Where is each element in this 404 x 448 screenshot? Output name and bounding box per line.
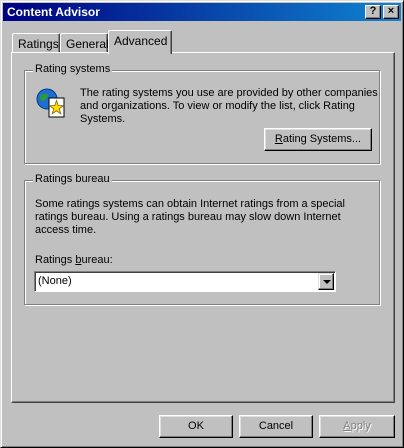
apply-button[interactable]: Apply [319,415,395,438]
tab-ratings[interactable]: Ratings [12,33,60,53]
ratings-bureau-field-label: Ratings bureau: [35,254,113,266]
ok-button[interactable]: OK [159,415,233,438]
ratings-bureau-selected-value: (None) [38,275,72,287]
cancel-button[interactable]: Cancel [239,415,313,438]
window-title: Content Advisor [7,5,100,19]
title-bar: Content Advisor ? × [3,3,401,21]
globe-document-star-icon [36,88,65,118]
ratings-bureau-description: Some ratings systems can obtain Internet… [35,198,345,236]
advanced-tab-panel: Rating systems The rating systems you us… [11,52,395,403]
rating-systems-button[interactable]: Rating Systems... [264,128,372,151]
tab-advanced[interactable]: Advanced [108,30,172,54]
ratings-bureau-dropdown[interactable]: (None) [34,271,336,292]
tab-general[interactable]: General [60,33,109,53]
help-button[interactable]: ? [365,5,381,19]
rating-systems-group: Rating systems The rating systems you us… [24,63,380,164]
rating-systems-group-label: Rating systems [33,63,113,75]
chevron-down-icon[interactable] [318,273,334,290]
content-advisor-dialog: Content Advisor ? × Ratings General Adva… [0,0,404,448]
rating-systems-description: The rating systems you use are provided … [80,87,378,125]
ratings-bureau-group-label: Ratings bureau [33,173,112,185]
close-button[interactable]: × [383,5,399,19]
